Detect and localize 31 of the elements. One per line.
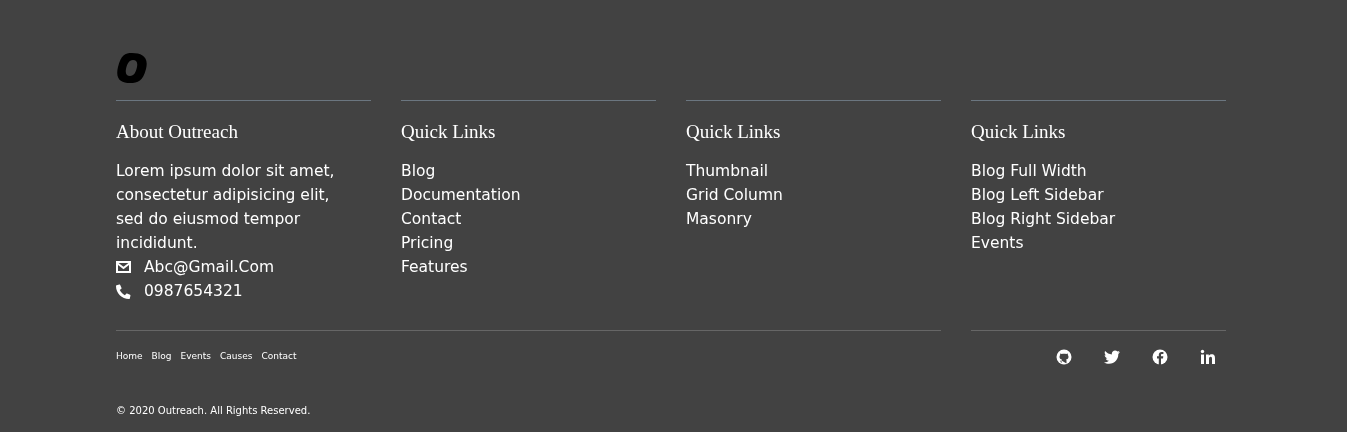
facebook-icon[interactable] bbox=[1152, 349, 1168, 365]
copyright-text: © 2020 Outreach. All Rights Reserved. bbox=[116, 404, 312, 418]
twitter-icon[interactable] bbox=[1104, 349, 1120, 365]
footer-link[interactable]: Thumbnail bbox=[686, 159, 768, 183]
phone-number: 0987654321 bbox=[144, 281, 243, 302]
nav-link[interactable]: Blog bbox=[151, 350, 172, 364]
footer-link[interactable]: Blog Left Sidebar bbox=[971, 183, 1104, 207]
footer-link[interactable]: Documentation bbox=[401, 183, 521, 207]
phone-icon bbox=[116, 283, 131, 299]
nav-link[interactable]: Home bbox=[116, 350, 143, 364]
linkedin-icon[interactable] bbox=[1200, 349, 1216, 365]
email-link[interactable]: Abc@Gmail.Com bbox=[144, 255, 275, 279]
nav-link[interactable]: Contact bbox=[261, 350, 297, 364]
envelope-icon bbox=[116, 261, 131, 273]
footer-link[interactable]: Pricing bbox=[401, 231, 454, 255]
footer-link[interactable]: Features bbox=[401, 255, 468, 279]
column-heading: Quick Links bbox=[971, 121, 1067, 143]
footer-link[interactable]: Blog Full Width bbox=[971, 159, 1087, 183]
footer-link[interactable]: Contact bbox=[401, 207, 462, 231]
column-heading: Quick Links bbox=[401, 121, 497, 143]
footer-link[interactable]: Blog bbox=[401, 159, 436, 183]
github-icon[interactable] bbox=[1056, 349, 1072, 365]
about-paragraph: Lorem ipsum dolor sit amet, consectetur adipisicing elit, sed do eiusmod tempor incididunt. bbox=[116, 161, 336, 254]
footer-link[interactable]: Events bbox=[971, 231, 1024, 255]
footer-link[interactable]: Grid Column bbox=[686, 183, 783, 207]
nav-link[interactable]: Causes bbox=[219, 350, 253, 364]
column-heading: About Outreach bbox=[116, 121, 239, 143]
footer-link[interactable]: Masonry bbox=[686, 207, 752, 231]
column-heading: Quick Links bbox=[686, 121, 782, 143]
nav-link[interactable]: Events bbox=[180, 350, 211, 364]
footer-link[interactable]: Blog Right Sidebar bbox=[971, 207, 1116, 231]
